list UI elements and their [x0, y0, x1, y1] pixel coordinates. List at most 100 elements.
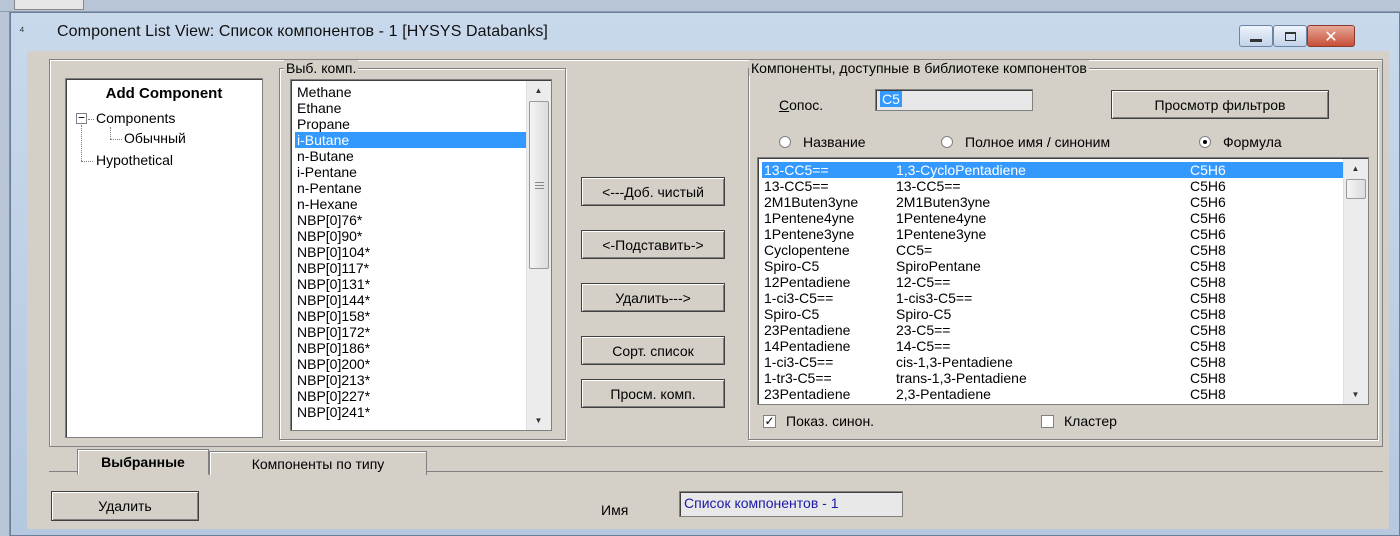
- match-value: C5: [880, 91, 902, 107]
- radio-formula[interactable]: Формула: [1199, 134, 1282, 150]
- selected-component-item[interactable]: Methane: [295, 84, 531, 100]
- tab-selected[interactable]: Выбранные: [77, 449, 209, 475]
- show-synonyms-check-icon: ✓: [763, 413, 776, 428]
- tree-item-hypothetical[interactable]: Hypothetical: [96, 152, 173, 168]
- selected-component-item[interactable]: Propane: [295, 116, 531, 132]
- library-component-row[interactable]: 23Pentadiene 2,3-Pentadiene C5H8: [762, 386, 1350, 402]
- library-component-row[interactable]: 12Pentadiene 12-C5== C5H8: [762, 274, 1350, 290]
- library-component-row[interactable]: 13-CC5== 1,3-CycloPentadiene C5H6: [762, 162, 1350, 178]
- component-formula-cell: C5H8: [1190, 386, 1226, 402]
- selected-list-scrollbar[interactable]: ▲ ▼: [526, 81, 551, 430]
- cluster-checkbox[interactable]: Кластер: [1041, 413, 1117, 429]
- library-component-row[interactable]: 1-tr3-C5== trans-1,3-Pentadiene C5H8: [762, 370, 1350, 386]
- library-component-row[interactable]: Spiro-C5 Spiro-C5 C5H8: [762, 306, 1350, 322]
- component-fullname-cell: 1Pentene4yne: [896, 210, 987, 226]
- component-name-cell: Spiro-C5: [764, 306, 820, 322]
- selected-component-item[interactable]: NBP[0]117*: [295, 260, 531, 276]
- library-list-scrollbar[interactable]: ▲ ▼: [1343, 159, 1368, 404]
- component-name-cell: 13-CC5==: [764, 178, 829, 194]
- library-components-list[interactable]: 13-CC5== 1,3-CycloPentadiene C5H6 13-CC5== 1…: [757, 157, 1369, 405]
- title-bar[interactable]: ⁴ Component List View: Список компоненто…: [11, 13, 1399, 51]
- component-fullname-cell: 1,3-CycloPentadiene: [896, 162, 1026, 178]
- selected-component-item[interactable]: i-Pentane: [295, 164, 531, 180]
- remove-button[interactable]: Удалить--->: [581, 283, 725, 312]
- scroll-up-icon[interactable]: ▲: [527, 81, 550, 101]
- library-component-row[interactable]: 23Pentadiene 23-C5== C5H8: [762, 322, 1350, 338]
- component-tree[interactable]: Add Component − Components Обычный Hypot…: [65, 78, 263, 438]
- library-component-row[interactable]: 13-CC5== 13-CC5== C5H6: [762, 178, 1350, 194]
- library-component-row[interactable]: 1-ci3-C5== 1-cis3-C5== C5H8: [762, 290, 1350, 306]
- component-formula-cell: C5H8: [1190, 258, 1226, 274]
- add-pure-button[interactable]: <---Доб. чистый: [581, 177, 725, 206]
- tree-line: [88, 119, 94, 120]
- tree-line: [81, 125, 82, 161]
- collapse-icon[interactable]: −: [76, 112, 87, 124]
- minimize-button[interactable]: [1239, 25, 1273, 47]
- sort-list-button[interactable]: Сорт. список: [581, 336, 725, 365]
- selected-component-item[interactable]: NBP[0]172*: [295, 324, 531, 340]
- tree-item-standard[interactable]: Обычный: [124, 130, 186, 146]
- radio-fullname[interactable]: Полное имя / синоним: [941, 134, 1110, 150]
- scroll-down-icon[interactable]: ▼: [527, 411, 550, 430]
- selected-component-item[interactable]: Ethane: [295, 100, 531, 116]
- library-component-row[interactable]: Spiro-C5 SpiroPentane C5H8: [762, 258, 1350, 274]
- component-name-cell: 14Pentadiene: [764, 338, 851, 354]
- component-formula-cell: C5H8: [1190, 306, 1226, 322]
- scroll-down-icon[interactable]: ▼: [1344, 385, 1367, 404]
- library-component-row[interactable]: 2M1Buten3yne 2M1Buten3yne C5H6: [762, 194, 1350, 210]
- scroll-grip-line: [535, 188, 544, 189]
- library-component-row[interactable]: 14Pentadiene 14-C5== C5H8: [762, 338, 1350, 354]
- selected-component-item[interactable]: i-Butane: [295, 132, 531, 148]
- selected-component-item[interactable]: n-Hexane: [295, 196, 531, 212]
- selected-component-item[interactable]: NBP[0]104*: [295, 244, 531, 260]
- selected-component-item[interactable]: n-Butane: [295, 148, 531, 164]
- component-name-cell: 13-CC5==: [764, 162, 829, 178]
- app-icon[interactable]: ⁴: [19, 23, 25, 38]
- show-synonyms-checkbox[interactable]: ✓ Показ. синон.: [763, 413, 874, 429]
- selected-component-item[interactable]: NBP[0]227*: [295, 388, 531, 404]
- component-formula-cell: C5H6: [1190, 194, 1226, 210]
- match-input[interactable]: C5: [875, 89, 1033, 111]
- component-fullname-cell: 14-C5==: [896, 338, 951, 354]
- scroll-up-icon[interactable]: ▲: [1344, 159, 1367, 179]
- selected-component-item[interactable]: NBP[0]158*: [295, 308, 531, 324]
- scroll-thumb[interactable]: [1346, 179, 1366, 199]
- view-component-button[interactable]: Просм. комп.: [581, 379, 725, 408]
- selected-components-list[interactable]: Methane Ethane Propane i-Butane n-Butane i-Pe…: [290, 79, 552, 431]
- library-component-row[interactable]: 1Pentene3yne 1Pentene3yne C5H6: [762, 226, 1350, 242]
- show-synonyms-label: Показ. синон.: [786, 413, 875, 429]
- component-list-window: ⁴ Component List View: Список компоненто…: [10, 12, 1400, 536]
- radio-fullname-label: Полное имя / синоним: [965, 134, 1111, 150]
- list-name-field[interactable]: Список компонентов - 1: [679, 491, 903, 517]
- selected-component-item[interactable]: NBP[0]131*: [295, 276, 531, 292]
- component-fullname-cell: 2M1Buten3yne: [896, 194, 991, 210]
- selected-component-item[interactable]: n-Pentane: [295, 180, 531, 196]
- tree-title: Add Component: [105, 85, 223, 102]
- selected-component-item[interactable]: NBP[0]186*: [295, 340, 531, 356]
- name-label: Имя: [601, 502, 629, 518]
- library-component-row[interactable]: Cyclopentene CC5= C5H8: [762, 242, 1350, 258]
- substitute-button[interactable]: <-Подставить->: [581, 230, 725, 259]
- view-filters-button[interactable]: Просмотр фильтров: [1111, 90, 1329, 119]
- radio-name[interactable]: Название: [779, 134, 866, 150]
- selected-component-item[interactable]: NBP[0]213*: [295, 372, 531, 388]
- selected-component-item[interactable]: NBP[0]76*: [295, 212, 531, 228]
- selected-component-item[interactable]: NBP[0]144*: [295, 292, 531, 308]
- library-component-row[interactable]: 1-ci3-C5== cis-1,3-Pentadiene C5H8: [762, 354, 1350, 370]
- component-name-cell: 1-tr3-C5==: [764, 370, 832, 386]
- scroll-thumb[interactable]: [529, 101, 549, 269]
- maximize-button[interactable]: [1273, 25, 1307, 47]
- library-component-row[interactable]: 1Pentene4yne 1Pentene4yne C5H6: [762, 210, 1350, 226]
- tree-item-components[interactable]: Components: [96, 110, 175, 126]
- selected-component-item[interactable]: NBP[0]90*: [295, 228, 531, 244]
- selected-component-item[interactable]: NBP[0]241*: [295, 404, 531, 420]
- parent-toolbar-button[interactable]: [14, 0, 84, 10]
- component-fullname-cell: 13-CC5==: [896, 178, 961, 194]
- radio-fullname-circle: [941, 136, 953, 148]
- close-button[interactable]: ✕: [1307, 25, 1355, 47]
- selected-component-item[interactable]: NBP[0]200*: [295, 356, 531, 372]
- delete-list-button[interactable]: Удалить: [51, 491, 199, 521]
- tab-by-type[interactable]: Компоненты по типу: [209, 451, 427, 475]
- component-formula-cell: C5H8: [1190, 370, 1226, 386]
- parent-window-strip: [0, 0, 1400, 12]
